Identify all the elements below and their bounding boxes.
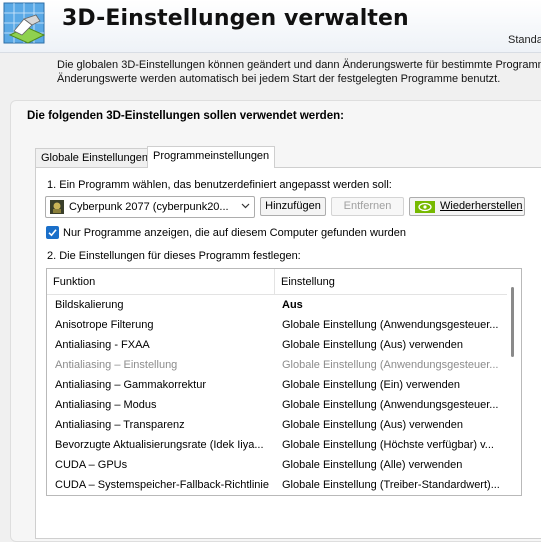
setting-cell[interactable]: Globale Einstellung (Alle) verwenden (282, 455, 502, 475)
table-row[interactable]: Antialiasing – Einstellung Globale Einste… (47, 355, 507, 375)
checkmark-icon (48, 229, 57, 237)
function-cell: Bevorzugte Aktualisierungsrate (Idek Iiy… (55, 439, 264, 451)
table-row[interactable]: Bevorzugte Aktualisierungsrate (Idek Iiy… (47, 435, 507, 455)
description-line-1: Die globalen 3D-Einstellungen können geä… (57, 59, 541, 71)
cyberpunk-game-icon (50, 200, 64, 214)
setting-cell[interactable]: Globale Einstellung (Anwendungsgesteuer.… (282, 315, 502, 335)
setting-cell[interactable]: Globale Einstellung (Anwendungsgesteuer.… (282, 395, 502, 415)
table-row[interactable]: Antialiasing – Transparenz Globale Einste… (47, 415, 507, 435)
function-cell: CUDA – Systemspeicher-Fallback-Richtlini… (55, 479, 269, 491)
setting-cell[interactable]: Globale Einstellung (Anwendungsgesteuer.… (282, 355, 502, 375)
group-title: Die folgenden 3D-Einstellungen sollen ve… (27, 110, 344, 122)
function-cell: CUDA – GPUs (55, 459, 128, 471)
restore-defaults-link[interactable]: Standa (508, 34, 541, 46)
chevron-down-icon (241, 203, 250, 209)
tab-global-settings[interactable]: Globale Einstellungen (35, 148, 155, 168)
program-select[interactable]: Cyberpunk 2077 (cyberpunk20... (45, 196, 255, 218)
column-header-function[interactable]: Funktion (47, 269, 275, 295)
setting-cell[interactable]: Globale Einstellung (Treiber-Standardwer… (282, 475, 502, 495)
setting-cell[interactable]: Globale Einstellung (Aus) verwenden (282, 415, 502, 435)
header: 3D-Einstellungen verwalten Standa (0, 0, 541, 53)
function-cell: Antialiasing – Modus (55, 399, 157, 411)
nvidia-control-panel-icon (3, 2, 46, 44)
only-installed-label: Nur Programme anzeigen, die auf diesem C… (63, 227, 407, 239)
tab-program-settings[interactable]: Programmeinstellungen (147, 146, 276, 168)
table-row[interactable]: CUDA – Systemspeicher-Fallback-Richtlini… (47, 475, 507, 495)
table-scrollbar[interactable] (509, 283, 515, 463)
function-cell: Antialiasing – Transparenz (55, 419, 185, 431)
table-row[interactable]: Antialiasing - FXAA Globale Einstellung (… (47, 335, 507, 355)
only-installed-checkbox[interactable] (46, 226, 59, 239)
settings-table: Funktion Einstellung Bildskalierung Aus An… (46, 268, 522, 496)
setting-cell[interactable]: Globale Einstellung (Höchste verfügbar) … (282, 435, 502, 455)
setting-cell[interactable]: Aus (282, 295, 502, 315)
function-cell: Bildskalierung (55, 299, 124, 311)
table-row[interactable]: Anisotrope Filterung Globale Einstellung … (47, 315, 507, 335)
page-description: Die globalen 3D-Einstellungen können geä… (57, 58, 541, 86)
setting-cell[interactable]: Globale Einstellung (Ein) verwenden (282, 375, 502, 395)
function-cell: Anisotrope Filterung (55, 319, 154, 331)
function-cell: Antialiasing – Einstellung (55, 359, 178, 371)
column-header-setting[interactable]: Einstellung (275, 269, 507, 295)
remove-program-button[interactable]: Entfernen (331, 197, 404, 216)
restore-button[interactable]: Wiederherstellen (409, 197, 525, 216)
function-cell: Antialiasing - FXAA (55, 339, 150, 351)
restore-button-label: Wiederherstellen (440, 200, 523, 212)
program-select-value: Cyberpunk 2077 (cyberpunk20... (69, 201, 229, 213)
page-title: 3D-Einstellungen verwalten (62, 6, 409, 31)
table-row[interactable]: CUDA – GPUs Globale Einstellung (Alle) ve… (47, 455, 507, 475)
scrollbar-thumb[interactable] (511, 287, 514, 357)
step2-label: 2. Die Einstellungen für dieses Programm… (47, 250, 301, 262)
table-row[interactable]: Antialiasing – Modus Globale Einstellung … (47, 395, 507, 415)
nvidia-logo-icon (415, 201, 435, 213)
description-line-2: Änderungswerte werden automatisch bei je… (57, 73, 501, 85)
table-row[interactable]: Bildskalierung Aus (47, 295, 507, 315)
add-program-button[interactable]: Hinzufügen (260, 197, 326, 216)
step1-label: 1. Ein Programm wählen, das benutzerdefi… (47, 179, 392, 191)
function-cell: Antialiasing – Gammakorrektur (55, 379, 207, 391)
table-row[interactable]: Antialiasing – Gammakorrektur Globale Ein… (47, 375, 507, 395)
setting-cell[interactable]: Globale Einstellung (Aus) verwenden (282, 335, 502, 355)
